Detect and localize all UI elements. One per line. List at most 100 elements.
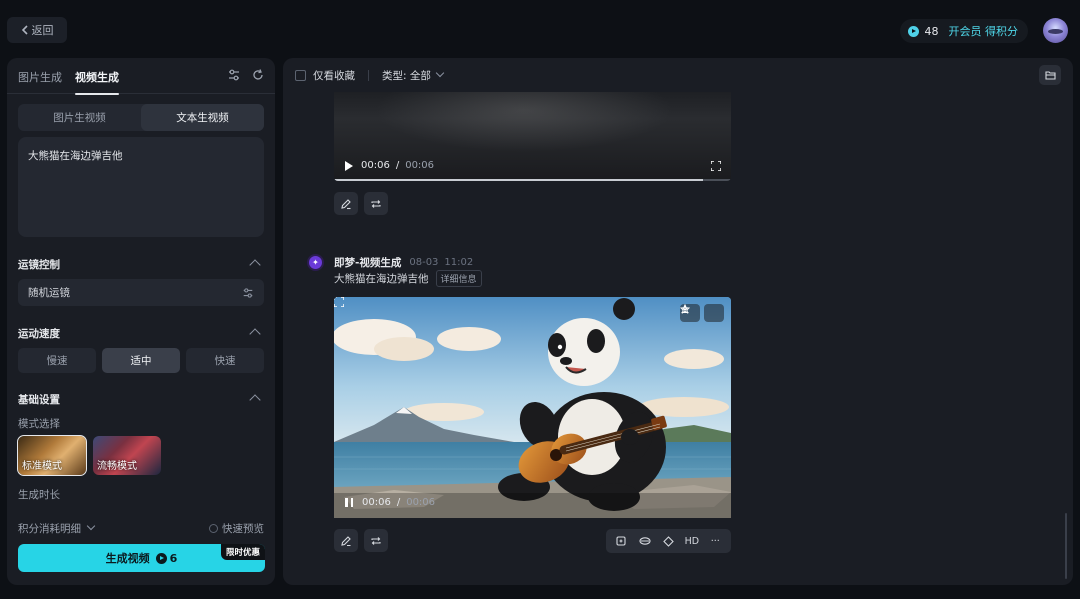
extend-button[interactable] (658, 532, 678, 550)
fast-preview-label: 快速预览 (222, 523, 264, 535)
tab-text-to-video[interactable]: 文本生视频 (141, 104, 264, 131)
camera-control-title: 运镜控制 (18, 259, 60, 271)
regenerate-button[interactable] (364, 529, 388, 552)
mode-standard-label: 标准模式 (22, 461, 62, 472)
pause-icon[interactable] (345, 498, 353, 507)
chevron-up-icon[interactable] (249, 259, 261, 271)
points-detail-label: 积分消耗明细 (18, 523, 81, 535)
regenerate-button[interactable] (364, 192, 388, 215)
video-frame (374, 92, 674, 152)
tab-image-to-video[interactable]: 图片生视频 (18, 104, 141, 131)
more-button[interactable]: ··· (705, 532, 725, 550)
scrollbar[interactable] (1065, 513, 1067, 579)
favorites-checkbox[interactable] (295, 70, 306, 81)
favorites-only-label[interactable]: 仅看收藏 (313, 68, 355, 83)
generation-header: 即梦-视频生成 08-03 11:02 (307, 254, 479, 271)
back-button[interactable]: 返回 (7, 17, 67, 43)
speed-options: 慢速 适中 快速 (18, 348, 264, 373)
video-player-2[interactable]: 00:06 / 00:06 (334, 297, 731, 518)
back-label: 返回 (31, 24, 54, 37)
type-filter-label: 类型: 全部 (382, 70, 431, 82)
top-bar: 返回 48 开会员 得积分 (0, 0, 1080, 58)
folder-button[interactable] (1039, 65, 1061, 85)
fullscreen-icon[interactable] (334, 297, 344, 307)
vip-link[interactable]: 开会员 得积分 (949, 23, 1019, 39)
video-progress-fill (334, 179, 704, 181)
video-action-toolbar: HD ··· (606, 529, 731, 553)
hd-upscale-button[interactable]: HD (682, 532, 702, 550)
lip-sync-button[interactable] (635, 532, 655, 550)
panda-guitar-video-frame (334, 297, 731, 518)
generation-tabs: 图片生成 视频生成 (7, 58, 275, 95)
credit-coin-icon (907, 25, 919, 37)
motion-speed-title: 运动速度 (18, 328, 60, 340)
edit-button[interactable] (334, 192, 358, 215)
divider (368, 70, 369, 81)
video-controls: 00:06 / 00:06 (345, 160, 434, 171)
speed-medium-button[interactable]: 适中 (102, 348, 180, 373)
fullscreen-icon[interactable] (711, 161, 721, 171)
pencil-icon (341, 198, 351, 209)
generation-time: 11:02 (444, 257, 474, 268)
generate-cost: 6 (169, 551, 178, 565)
duration-label: 生成时长 (18, 489, 60, 501)
video-player-1[interactable]: 00:06 / 00:06 (334, 92, 731, 181)
generation-date: 08-03 (409, 257, 439, 268)
chevron-up-icon[interactable] (249, 328, 261, 340)
star-icon (680, 304, 690, 314)
repeat-icon (371, 199, 381, 208)
video-current-time: 00:06 (361, 160, 390, 171)
credits-pill[interactable]: 48 开会员 得积分 (899, 19, 1028, 43)
edit-button[interactable] (334, 529, 358, 552)
sliders-icon[interactable] (227, 68, 241, 82)
refresh-icon[interactable] (251, 68, 265, 82)
video-duration: 00:06 (406, 497, 436, 508)
generation-prompt-row: 大熊猫在海边弹吉他 详细信息 (334, 270, 482, 287)
mode-smooth-label: 流畅模式 (97, 461, 137, 472)
chevron-up-icon[interactable] (249, 394, 261, 406)
fast-preview-checkbox[interactable] (209, 524, 218, 533)
mode-smooth-card[interactable]: 流畅模式 (93, 436, 161, 475)
chevron-down-icon (86, 521, 96, 531)
add-frame-button[interactable] (612, 532, 632, 550)
dreamina-logo-icon (307, 254, 324, 271)
play-icon[interactable] (345, 160, 353, 171)
camera-motion-value: 随机运镜 (28, 287, 70, 299)
generate-video-button[interactable]: 生成视频 6 限时优惠 (18, 544, 265, 572)
points-detail-toggle[interactable]: 积分消耗明细 (18, 521, 96, 536)
time-separator: / (396, 497, 401, 508)
credit-coin-icon (155, 552, 167, 564)
credits-count: 48 (924, 24, 939, 38)
video-duration: 00:06 (405, 160, 435, 171)
lips-icon (639, 537, 651, 545)
tab-image-generation[interactable]: 图片生成 (18, 69, 62, 85)
video-controls: 00:06 / 00:06 (345, 497, 435, 508)
sliders-icon (243, 287, 253, 298)
video-current-time: 00:06 (362, 497, 391, 508)
filter-bar: 仅看收藏 类型: 全部 (295, 68, 445, 83)
video-overlay-tools (680, 304, 724, 322)
left-panel: 图片生成 视频生成 图片生视频 文本生视频 大熊猫在海边弹吉他 运镜控制 随机运… (7, 58, 275, 585)
add-frame-icon (616, 535, 626, 546)
fast-preview-toggle[interactable]: 快速预览 (209, 521, 264, 536)
generation-prompt: 大熊猫在海边弹吉他 (334, 273, 429, 285)
video-progress[interactable] (334, 179, 731, 181)
avatar[interactable] (1043, 18, 1068, 43)
chevron-down-icon (435, 68, 445, 78)
type-filter-dropdown[interactable]: 类型: 全部 (382, 68, 445, 83)
speed-fast-button[interactable]: 快速 (186, 348, 264, 373)
speed-slow-button[interactable]: 慢速 (18, 348, 96, 373)
pencil-icon (341, 535, 351, 546)
folder-icon (1044, 71, 1056, 80)
prompt-input[interactable]: 大熊猫在海边弹吉他 (18, 137, 264, 237)
mode-standard-card[interactable]: 标准模式 (17, 435, 87, 476)
favorite-button[interactable] (680, 304, 724, 322)
mode-select-label: 模式选择 (18, 418, 60, 430)
generate-label: 生成视频 (105, 552, 150, 565)
generation-source: 即梦-视频生成 (334, 257, 402, 269)
detail-info-button[interactable]: 详细信息 (435, 270, 482, 287)
promo-badge: 限时优惠 (220, 544, 265, 560)
time-separator: / (395, 160, 400, 171)
tab-video-generation[interactable]: 视频生成 (75, 69, 119, 95)
camera-motion-select[interactable]: 随机运镜 (18, 279, 264, 306)
